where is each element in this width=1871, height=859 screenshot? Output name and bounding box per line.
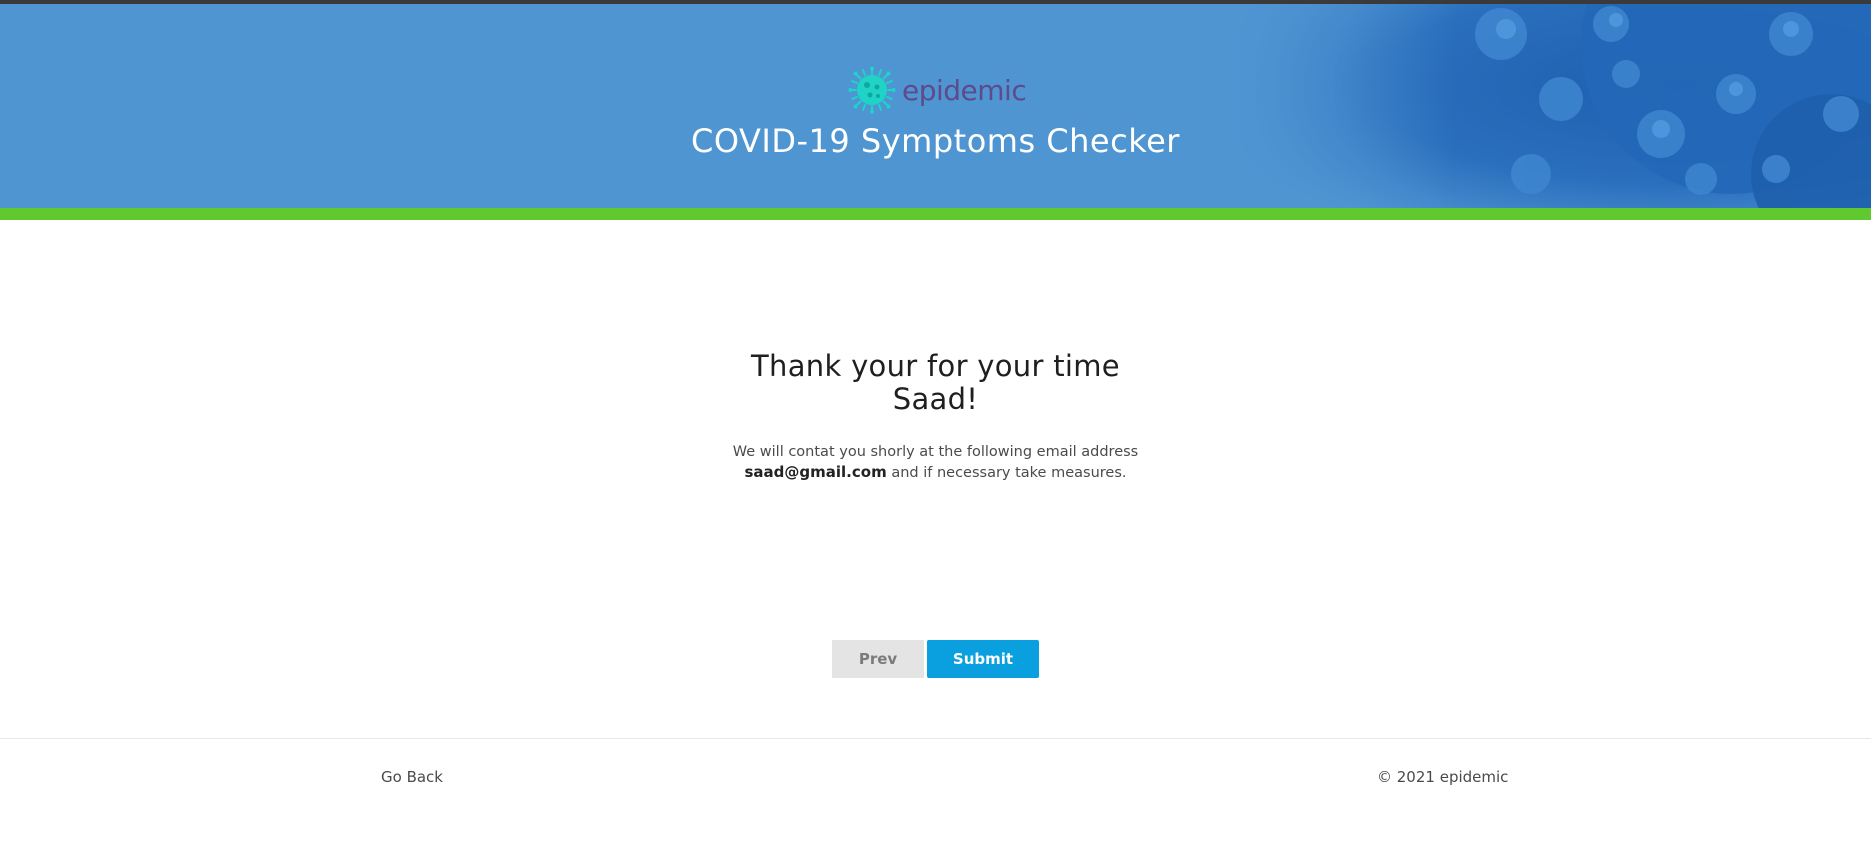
accent-bar xyxy=(0,208,1871,220)
user-email: saad@gmail.com xyxy=(744,463,887,481)
thank-you-heading-name: Saad! xyxy=(892,382,979,416)
copyright-text: © 2021 epidemic xyxy=(1377,768,1509,786)
thank-you-heading: Thank your for your time Saad! xyxy=(0,350,1871,416)
brand-name: epidemic xyxy=(902,73,1027,107)
brand[interactable]: epidemic xyxy=(848,66,1027,114)
page-header: epidemic COVID-19 Symptoms Checker xyxy=(0,4,1871,208)
virus-logo-icon xyxy=(848,66,896,114)
confirmation-message: We will contat you shorly at the followi… xyxy=(0,442,1871,483)
thank-you-panel: Thank your for your time Saad! We will c… xyxy=(0,350,1871,483)
footer-divider xyxy=(0,738,1871,739)
confirmation-message-line1: We will contat you shorly at the followi… xyxy=(732,444,1139,460)
form-actions: Prev Submit xyxy=(832,640,1039,678)
go-back-link[interactable]: Go Back xyxy=(381,768,443,786)
submit-button[interactable]: Submit xyxy=(927,640,1039,678)
prev-button[interactable]: Prev xyxy=(832,640,924,678)
confirmation-message-line2: and if necessary take measures. xyxy=(886,465,1127,481)
virus-background-image xyxy=(1231,4,1871,208)
thank-you-heading-line1: Thank your for your time xyxy=(751,349,1120,383)
page-title: COVID-19 Symptoms Checker xyxy=(691,122,1180,160)
